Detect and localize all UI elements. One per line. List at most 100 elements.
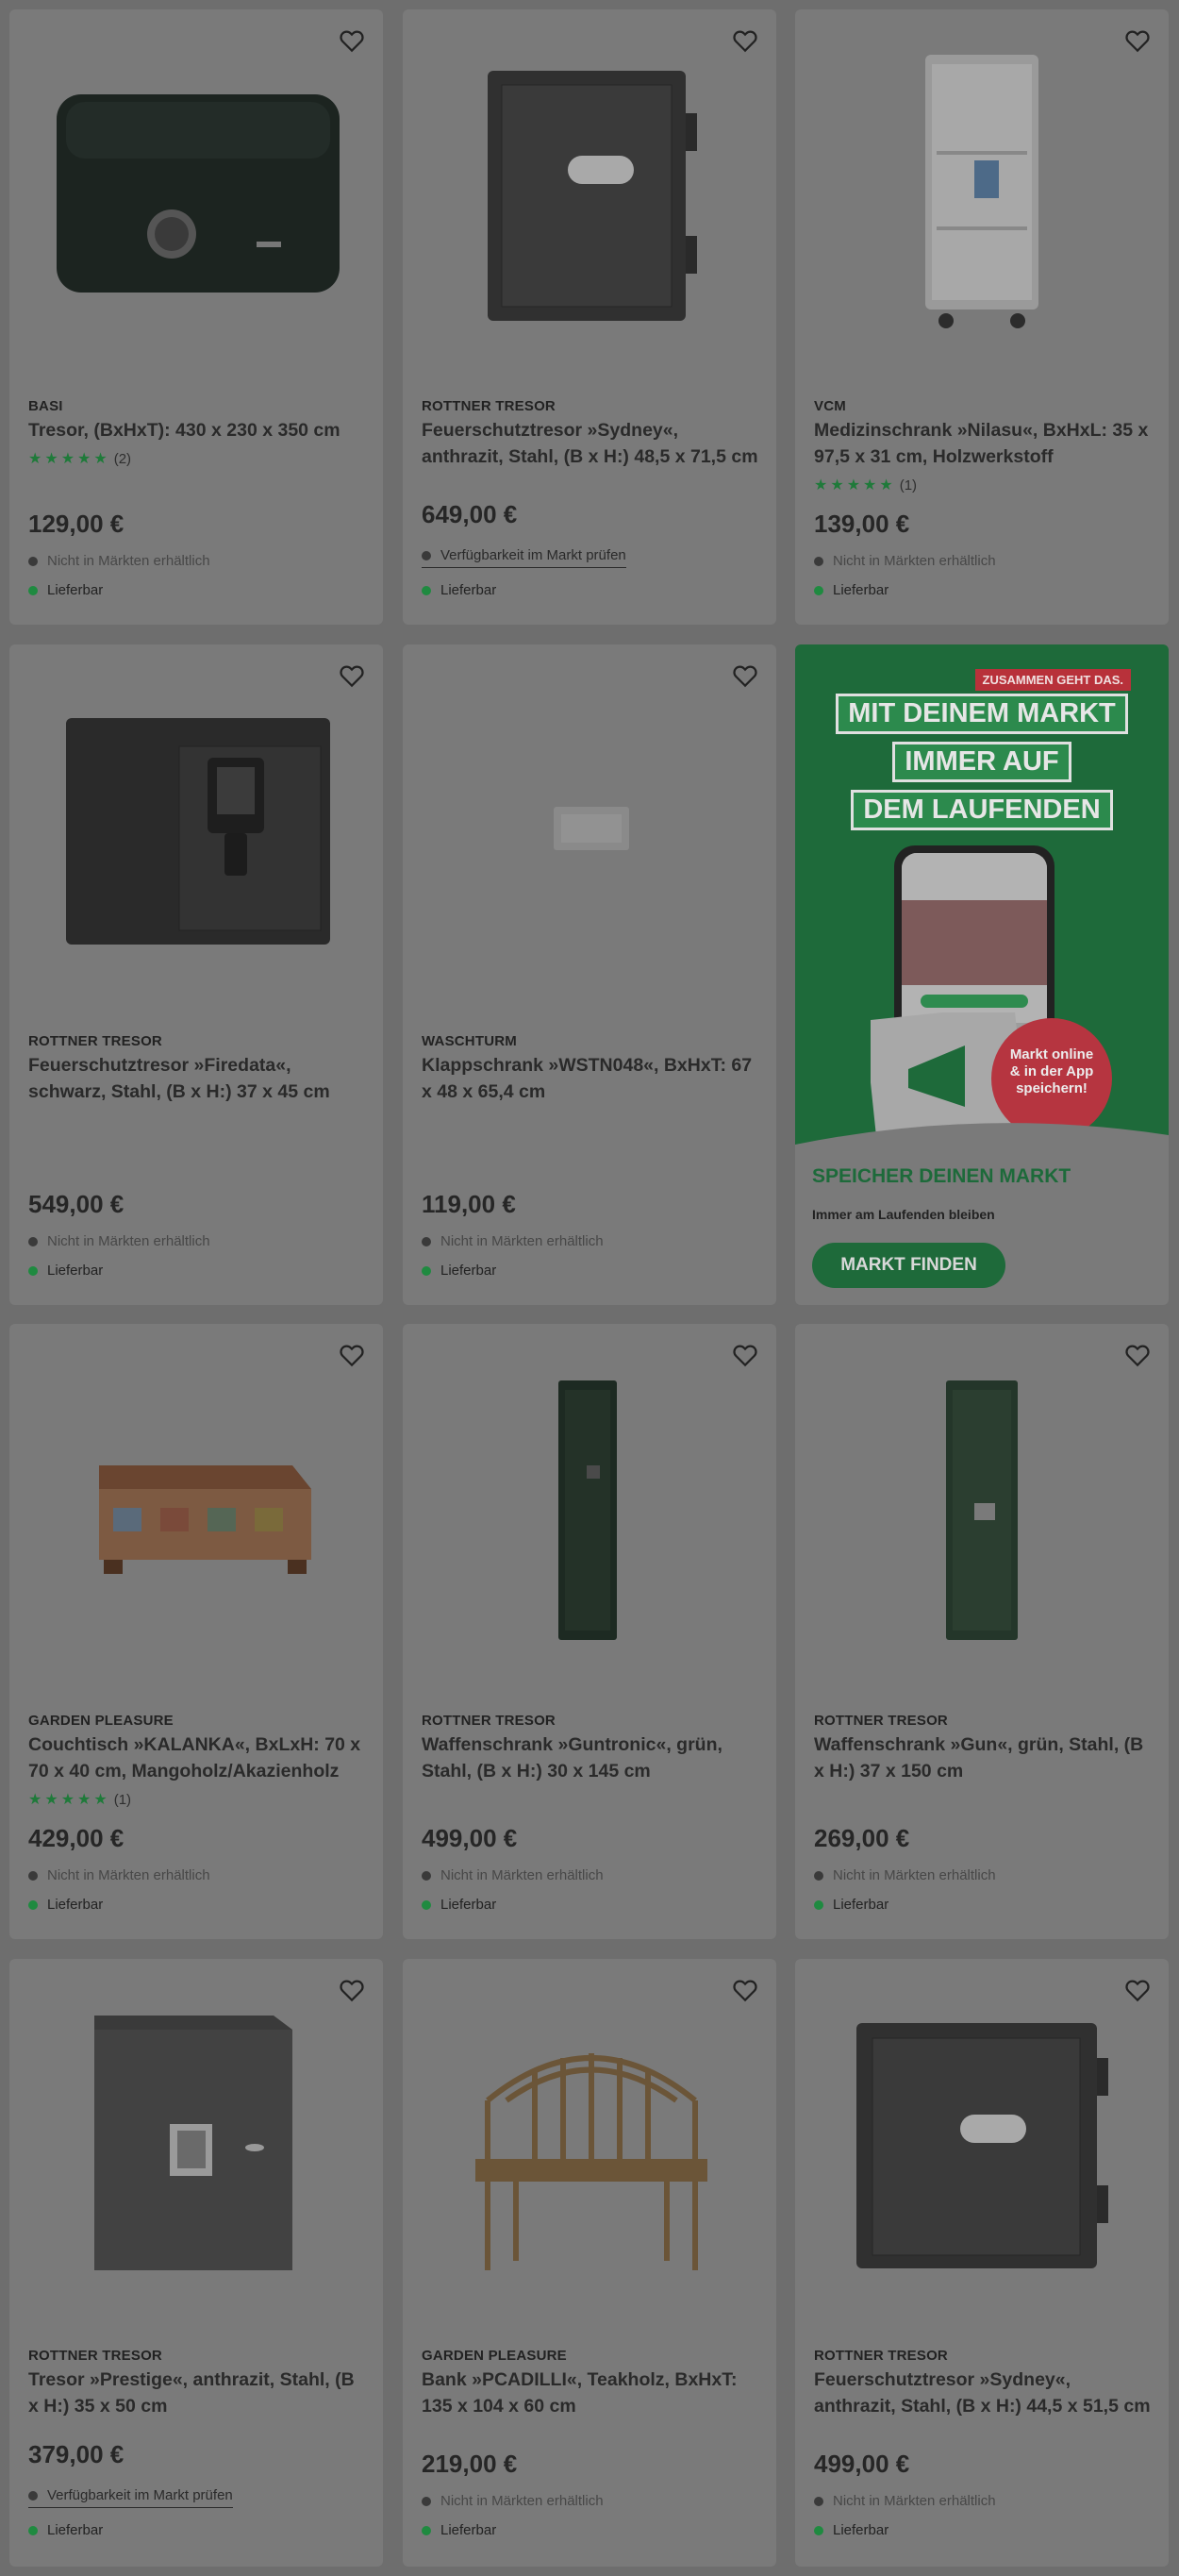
delivery-text: Lieferbar xyxy=(440,1263,497,1279)
product-brand: ROTTNER TRESOR xyxy=(422,398,556,414)
availability-dot xyxy=(814,556,823,566)
availability-text: Nicht in Märkten erhältlich xyxy=(47,1867,210,1883)
delivery-status: Lieferbar xyxy=(422,2522,496,2538)
product-title[interactable]: Waffenschrank »Guntronic«, grün, Stahl, … xyxy=(422,1731,761,1784)
delivery-status: Lieferbar xyxy=(28,2522,103,2538)
product-card[interactable]: GARDEN PLEASURE Bank »PCADILLI«, Teakhol… xyxy=(403,1959,776,2567)
product-card[interactable]: ROTTNER TRESOR Feuerschutztresor »Sydney… xyxy=(795,1959,1169,2567)
rating-count: (1) xyxy=(899,477,918,493)
product-card[interactable]: ROTTNER TRESOR Waffenschrank »Guntronic«… xyxy=(403,1324,776,1939)
rating-stars: ★★★★★ xyxy=(28,1792,110,1808)
product-title[interactable]: Feuerschutztresor »Firedata«, schwarz, S… xyxy=(28,1052,368,1105)
check-store-availability-link[interactable]: Verfügbarkeit im Markt prüfen xyxy=(422,547,626,568)
product-title[interactable]: Waffenschrank »Gun«, grün, Stahl, (B x H… xyxy=(814,1731,1154,1784)
delivery-dot xyxy=(422,1899,431,1910)
favorite-heart-icon[interactable] xyxy=(1123,1341,1152,1369)
product-price: 429,00 € xyxy=(28,1824,125,1852)
product-title[interactable]: Couchtisch »KALANKA«, BxLxH: 70 x 70 x 4… xyxy=(28,1731,368,1784)
delivery-status: Lieferbar xyxy=(28,1897,103,1913)
product-image[interactable] xyxy=(9,1959,383,2336)
product-price: 269,00 € xyxy=(814,1824,910,1852)
promo-cta-subtext: Immer am Laufenden bleiben xyxy=(812,1207,995,1222)
product-card[interactable]: ROTTNER TRESOR Tresor »Prestige«, anthra… xyxy=(9,1959,383,2567)
rating-stars: ★★★★★ xyxy=(28,451,110,467)
delivery-text: Lieferbar xyxy=(833,1897,889,1913)
promo-headline: MIT DEINEM MARKT IMMER AUF DEM LAUFENDEN xyxy=(795,694,1169,838)
favorite-heart-icon[interactable] xyxy=(731,1341,759,1369)
product-title[interactable]: Feuerschutztresor »Sydney«, anthrazit, S… xyxy=(814,2367,1154,2419)
delivery-status: Lieferbar xyxy=(422,1897,496,1913)
availability-text: Nicht in Märkten erhältlich xyxy=(440,1233,604,1249)
product-title[interactable]: Klappschrank »WSTN048«, BxHxT: 67 x 48 x… xyxy=(422,1052,761,1105)
delivery-dot xyxy=(422,585,431,595)
favorite-heart-icon[interactable] xyxy=(731,1976,759,2004)
rating-count: (2) xyxy=(113,451,132,467)
favorite-heart-icon[interactable] xyxy=(338,1341,366,1369)
favorite-heart-icon[interactable] xyxy=(338,26,366,55)
product-brand: WASCHTURM xyxy=(422,1033,517,1049)
product-price: 649,00 € xyxy=(422,500,518,528)
product-card[interactable]: GARDEN PLEASURE Couchtisch »KALANKA«, Bx… xyxy=(9,1324,383,1939)
delivery-status: Lieferbar xyxy=(814,582,888,598)
product-title[interactable]: Medizinschrank »Nilasu«, BxHxL: 35 x 97,… xyxy=(814,417,1154,470)
rating-count: (1) xyxy=(113,1792,132,1808)
product-image[interactable] xyxy=(9,1324,383,1701)
check-store-availability-link[interactable]: Verfügbarkeit im Markt prüfen xyxy=(28,2487,233,2508)
favorite-heart-icon[interactable] xyxy=(338,661,366,690)
store-availability: Nicht in Märkten erhältlich xyxy=(422,1867,604,1883)
product-card[interactable]: ROTTNER TRESOR Feuerschutztresor »Fireda… xyxy=(9,644,383,1305)
availability-text: Nicht in Märkten erhältlich xyxy=(440,2493,604,2509)
product-brand: GARDEN PLEASURE xyxy=(28,1713,174,1729)
product-image[interactable] xyxy=(9,9,383,387)
store-availability: Nicht in Märkten erhältlich xyxy=(422,2493,604,2509)
delivery-text: Lieferbar xyxy=(833,582,889,598)
delivery-dot xyxy=(28,1265,38,1276)
product-title[interactable]: Tresor, (BxHxT): 430 x 230 x 350 cm xyxy=(28,417,368,443)
product-title[interactable]: Feuerschutztresor »Sydney«, anthrazit, S… xyxy=(422,417,761,470)
product-card[interactable]: WASCHTURM Klappschrank »WSTN048«, BxHxT:… xyxy=(403,644,776,1305)
favorite-heart-icon[interactable] xyxy=(1123,1976,1152,2004)
product-image[interactable] xyxy=(9,644,383,1022)
delivery-text: Lieferbar xyxy=(440,582,497,598)
favorite-heart-icon[interactable] xyxy=(731,661,759,690)
product-brand: ROTTNER TRESOR xyxy=(814,1713,948,1729)
product-card[interactable]: ROTTNER TRESOR Feuerschutztresor »Sydney… xyxy=(403,9,776,625)
product-image[interactable] xyxy=(795,9,1169,387)
product-image[interactable] xyxy=(403,1959,776,2336)
product-image[interactable] xyxy=(403,644,776,1022)
promo-banner[interactable]: ZUSAMMEN GEHT DAS. MIT DEINEM MARKT IMME… xyxy=(795,644,1169,1173)
product-image[interactable] xyxy=(795,1324,1169,1701)
product-image[interactable] xyxy=(403,1324,776,1701)
product-brand: VCM xyxy=(814,398,846,414)
store-availability: Nicht in Märkten erhältlich xyxy=(422,1233,604,1249)
product-card[interactable]: ROTTNER TRESOR Waffenschrank »Gun«, grün… xyxy=(795,1324,1169,1939)
product-title[interactable]: Bank »PCADILLI«, Teakholz, BxHxT: 135 x … xyxy=(422,2367,761,2419)
product-price: 119,00 € xyxy=(422,1190,516,1218)
product-card[interactable]: VCM Medizinschrank »Nilasu«, BxHxL: 35 x… xyxy=(795,9,1169,625)
delivery-status: Lieferbar xyxy=(422,1263,496,1279)
delivery-dot xyxy=(814,2525,823,2535)
promo-card: ZUSAMMEN GEHT DAS. MIT DEINEM MARKT IMME… xyxy=(795,644,1169,1305)
store-availability: Nicht in Märkten erhältlich xyxy=(28,1233,210,1249)
product-price: 499,00 € xyxy=(422,1824,518,1852)
availability-text: Nicht in Märkten erhältlich xyxy=(833,2493,996,2509)
favorite-heart-icon[interactable] xyxy=(731,26,759,55)
product-image[interactable] xyxy=(403,9,776,387)
product-title[interactable]: Tresor »Prestige«, anthrazit, Stahl, (B … xyxy=(28,2367,368,2419)
product-price: 379,00 € xyxy=(28,2440,125,2468)
delivery-status: Lieferbar xyxy=(28,582,103,598)
favorite-heart-icon[interactable] xyxy=(338,1976,366,2004)
promo-cta-heading: SPEICHER DEINEN MARKT xyxy=(812,1165,1071,1187)
favorite-heart-icon[interactable] xyxy=(1123,26,1152,55)
find-store-button[interactable]: MARKT FINDEN xyxy=(812,1243,1005,1288)
product-rating: ★★★★★ (1) xyxy=(814,476,917,494)
product-image[interactable] xyxy=(795,1959,1169,2336)
delivery-status: Lieferbar xyxy=(814,2522,888,2538)
delivery-text: Lieferbar xyxy=(440,1897,497,1913)
store-availability: Nicht in Märkten erhältlich xyxy=(814,1867,996,1883)
store-availability: Nicht in Märkten erhältlich xyxy=(814,2493,996,2509)
delivery-dot xyxy=(814,1899,823,1910)
headline-line: MIT DEINEM MARKT xyxy=(836,694,1128,734)
product-card[interactable]: BASI Tresor, (BxHxT): 430 x 230 x 350 cm… xyxy=(9,9,383,625)
availability-text: Verfügbarkeit im Markt prüfen xyxy=(47,2487,233,2503)
